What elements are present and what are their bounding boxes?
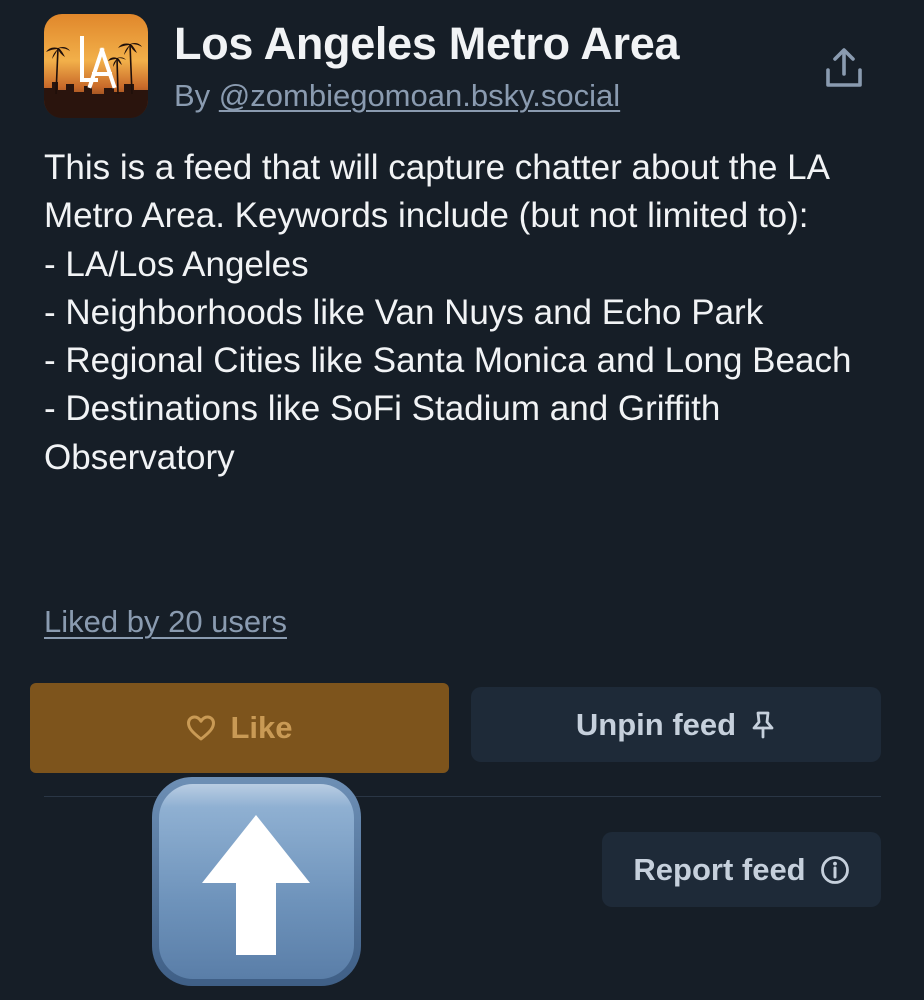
like-button[interactable]: Like [30,683,449,773]
up-arrow-emoji-icon [152,777,361,986]
unpin-feed-label: Unpin feed [575,706,737,742]
feed-details-page: Los Angeles Metro Area By @zombiegomoan.… [0,0,924,1000]
feed-description: This is a feed that will capture chatter… [44,148,852,477]
liked-by-link[interactable]: Liked by 20 users [44,604,287,640]
byline-prefix: By [174,78,219,113]
up-arrow-emoji [150,775,363,988]
share-button[interactable] [818,42,870,94]
share-icon [826,48,862,87]
report-feed-label: Report feed [633,851,806,887]
la-skyline-image [44,14,148,118]
like-button-label: Like [230,710,293,745]
feed-title: Los Angeles Metro Area [174,18,680,69]
heart-outline-icon [187,715,216,741]
unpin-feed-button[interactable]: Unpin feed [471,687,881,762]
pin-icon [752,711,774,738]
feed-byline: By @zombiegomoan.bsky.social [174,78,620,114]
info-circle-icon [820,855,849,884]
author-handle-link[interactable]: @zombiegomoan.bsky.social [219,78,620,113]
report-feed-button[interactable]: Report feed [602,832,881,907]
feed-avatar[interactable] [44,14,148,118]
